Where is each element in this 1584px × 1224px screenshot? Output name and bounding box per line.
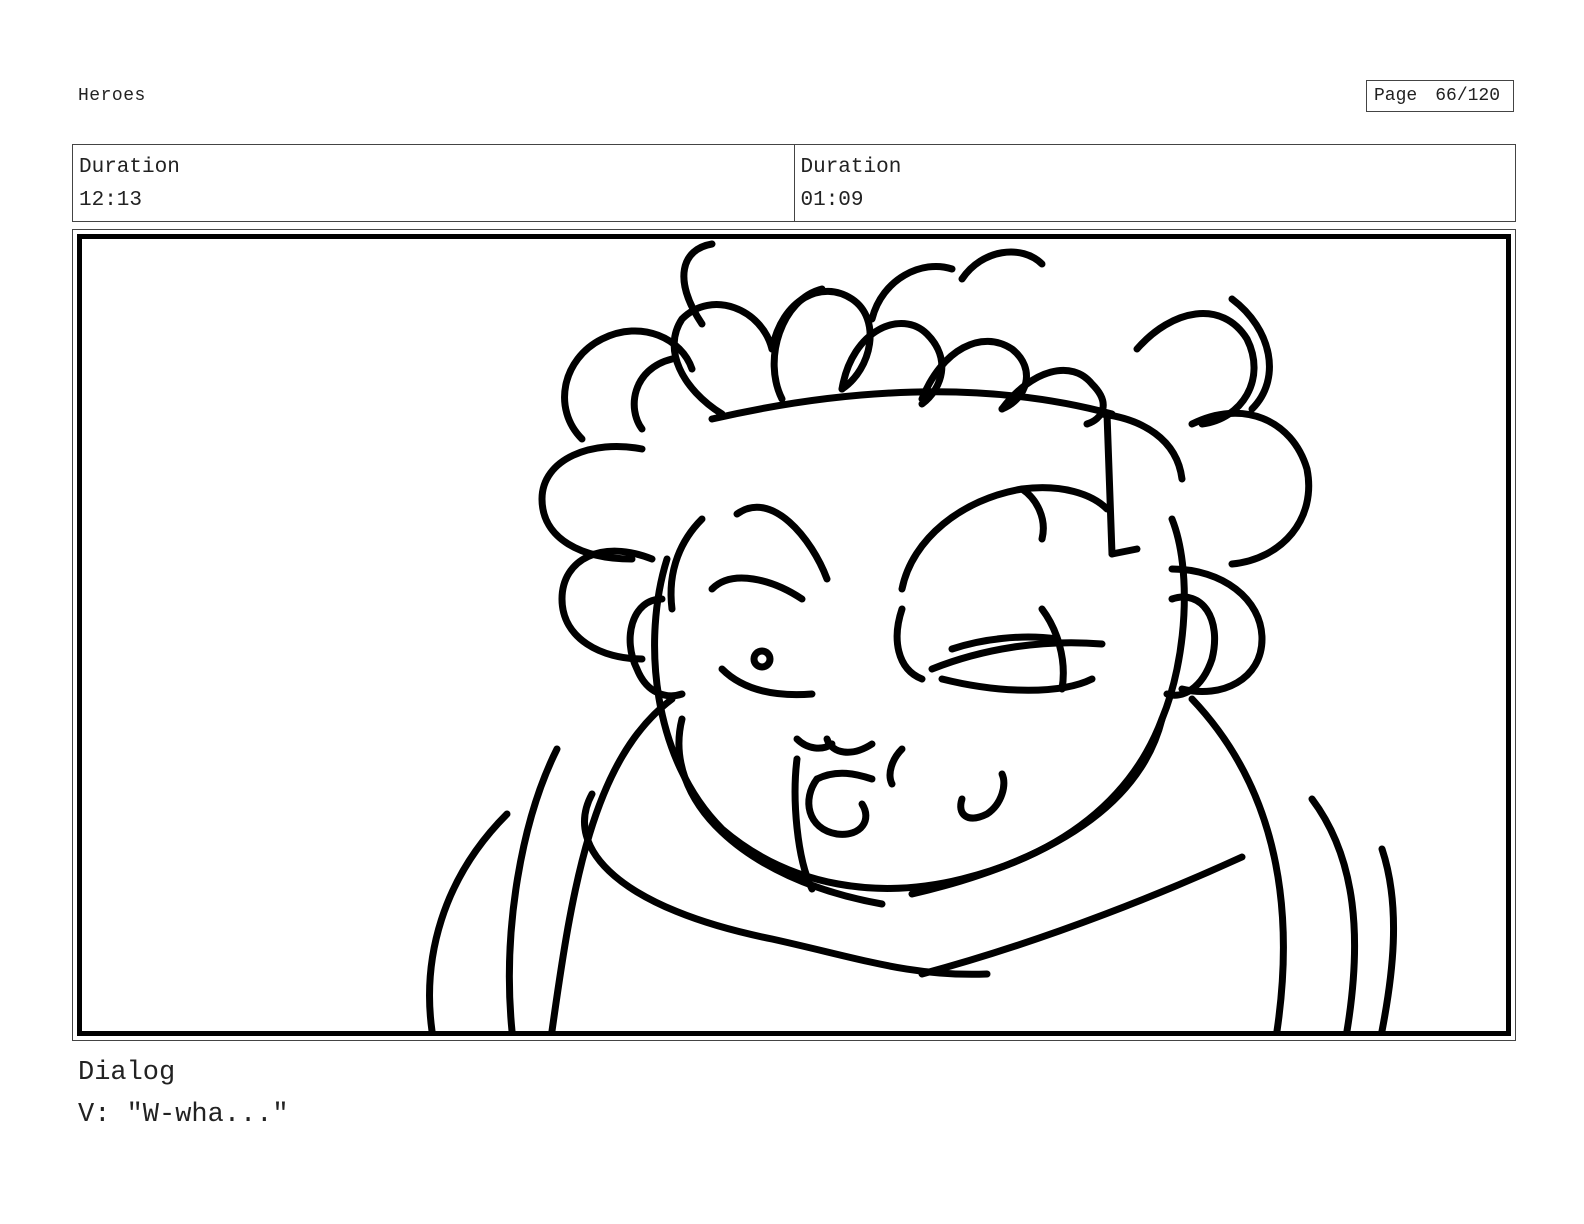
dialog-section: Dialog V: "W-wha..." — [78, 1052, 289, 1136]
dialog-label: Dialog — [78, 1058, 176, 1088]
duration-cell-panel: Duration 01:09 — [793, 145, 1516, 221]
duration-cell-total: Duration 12:13 — [73, 145, 794, 221]
page-number: 66/120 — [1435, 86, 1501, 106]
storyboard-panel — [72, 229, 1516, 1041]
duration-value: 12:13 — [79, 189, 143, 212]
duration-label: Duration — [79, 156, 180, 179]
page-label: Page — [1374, 86, 1418, 106]
duration-value: 01:09 — [800, 189, 864, 212]
character-sketch — [426, 240, 1398, 1031]
duration-row: Duration 12:13 Duration 01:09 — [72, 144, 1516, 222]
project-title: Heroes — [78, 86, 146, 106]
duration-label: Duration — [800, 156, 902, 179]
dialog-line: V: "W-wha..." — [78, 1100, 289, 1130]
storyboard-frame — [77, 234, 1511, 1036]
page-indicator: Page 66/120 — [1366, 80, 1514, 112]
